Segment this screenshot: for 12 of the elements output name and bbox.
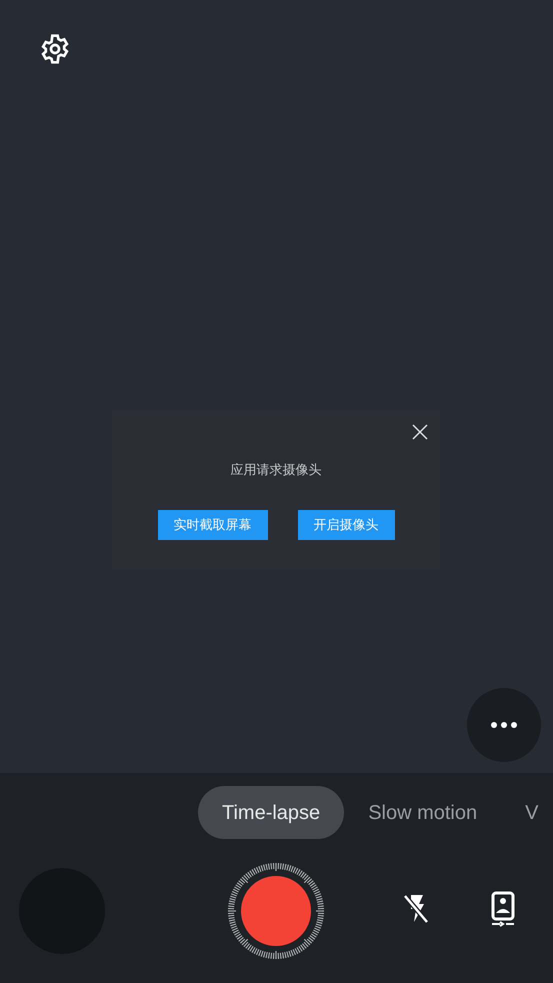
- settings-icon[interactable]: [39, 33, 71, 65]
- mode-tab[interactable]: Time-lapse: [198, 786, 344, 839]
- dialog-button[interactable]: 开启摄像头: [298, 510, 394, 540]
- flash-off-icon[interactable]: [402, 893, 430, 925]
- mode-tab[interactable]: Slow motion: [344, 786, 502, 839]
- switch-camera-icon[interactable]: [490, 891, 516, 927]
- close-icon[interactable]: [412, 424, 428, 440]
- more-icon: [491, 722, 517, 728]
- mode-tab[interactable]: V: [501, 786, 553, 839]
- record-button[interactable]: [226, 861, 326, 961]
- dialog-button[interactable]: 实时截取屏幕: [158, 510, 268, 540]
- dialog-message: 应用请求摄像头: [230, 461, 322, 479]
